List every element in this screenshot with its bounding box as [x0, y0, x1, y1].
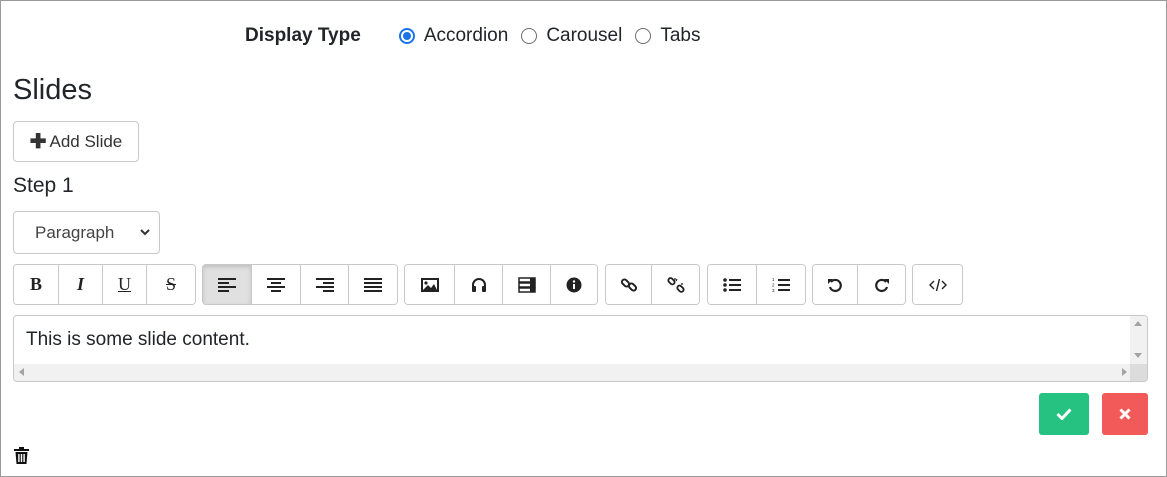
italic-icon: I — [76, 274, 84, 294]
italic-button[interactable]: I — [59, 265, 103, 304]
insert-image-button[interactable] — [405, 265, 455, 304]
undo-icon — [828, 278, 842, 292]
link-group — [605, 264, 700, 305]
horizontal-scrollbar[interactable] — [14, 364, 1132, 381]
list-group: 123 — [707, 264, 806, 305]
align-center-icon — [267, 277, 285, 292]
image-icon — [420, 277, 439, 292]
check-icon — [1056, 408, 1072, 420]
align-justify-button[interactable] — [349, 265, 397, 304]
text-style-group: B I U S — [13, 264, 196, 305]
history-group — [812, 264, 906, 305]
underline-icon: U — [118, 274, 131, 294]
bold-icon: B — [29, 274, 42, 294]
radio-tabs-input[interactable] — [635, 28, 652, 44]
info-icon — [566, 277, 582, 292]
media-group — [404, 264, 598, 305]
chevron-down-icon — [140, 229, 150, 236]
radio-carousel-label: Carousel — [546, 25, 623, 46]
cancel-button[interactable] — [1102, 393, 1148, 435]
format-select[interactable]: Paragraph — [13, 211, 160, 254]
align-center-button[interactable] — [252, 265, 301, 304]
insert-info-button[interactable] — [551, 265, 597, 304]
redo-icon — [874, 278, 889, 292]
radio-accordion[interactable]: Accordion — [398, 25, 509, 47]
radio-carousel[interactable]: Carousel — [521, 25, 622, 47]
page-frame — [0, 0, 1167, 477]
radio-tabs-label: Tabs — [660, 25, 701, 46]
scroll-down-icon[interactable] — [1134, 353, 1142, 358]
scroll-right-icon[interactable] — [1122, 368, 1127, 376]
strikethrough-icon: S — [165, 274, 176, 294]
add-slide-label: Add Slide — [49, 131, 123, 151]
scroll-corner — [1130, 364, 1147, 381]
display-type-row: Display Type Accordion Carousel Tabs — [245, 22, 714, 50]
align-justify-icon — [364, 277, 382, 292]
insert-audio-button[interactable] — [455, 265, 503, 304]
code-group — [912, 264, 963, 305]
align-right-button[interactable] — [301, 265, 349, 304]
alignment-group — [202, 264, 398, 305]
numbered-list-button[interactable]: 123 — [757, 265, 805, 304]
remove-link-button[interactable] — [652, 265, 699, 304]
align-right-icon — [315, 277, 334, 292]
scroll-up-icon[interactable] — [1134, 321, 1142, 326]
close-icon — [1119, 408, 1131, 420]
format-select-value: Paragraph — [35, 222, 115, 242]
strikethrough-button[interactable]: S — [147, 265, 195, 304]
table-icon — [517, 276, 536, 293]
scroll-left-icon[interactable] — [19, 368, 24, 376]
radio-carousel-input[interactable] — [521, 28, 538, 44]
bullet-list-button[interactable] — [708, 265, 757, 304]
step-title: Step 1 — [13, 174, 74, 197]
bullet-list-icon — [723, 277, 741, 292]
svg-text:3: 3 — [772, 288, 775, 293]
editor-text[interactable]: This is some slide content. — [26, 329, 250, 351]
align-left-button[interactable] — [203, 265, 252, 304]
unlink-icon — [666, 276, 685, 293]
radio-accordion-label: Accordion — [423, 25, 509, 46]
align-left-icon — [218, 277, 236, 292]
redo-button[interactable] — [858, 265, 905, 304]
radio-tabs[interactable]: Tabs — [635, 25, 701, 47]
svg-text:1: 1 — [772, 277, 775, 282]
code-view-button[interactable] — [913, 265, 962, 304]
audio-icon — [471, 277, 486, 292]
insert-table-button[interactable] — [503, 265, 551, 304]
slides-heading: Slides — [13, 74, 92, 106]
plus-icon: ✚ — [29, 130, 47, 153]
bold-button[interactable]: B — [14, 265, 59, 304]
slide-content-editor[interactable]: This is some slide content. — [13, 315, 1148, 382]
code-icon — [928, 278, 947, 291]
trash-icon[interactable] — [14, 447, 29, 464]
radio-accordion-input[interactable] — [398, 28, 415, 44]
underline-button[interactable]: U — [103, 265, 147, 304]
numbered-list-icon: 123 — [772, 277, 790, 293]
svg-text:2: 2 — [772, 282, 775, 287]
vertical-scrollbar[interactable] — [1130, 316, 1147, 366]
add-slide-button[interactable]: ✚ Add Slide — [13, 121, 139, 162]
insert-link-button[interactable] — [606, 265, 653, 304]
undo-button[interactable] — [813, 265, 859, 304]
display-type-label: Display Type — [245, 25, 361, 46]
link-icon — [620, 277, 637, 292]
save-button[interactable] — [1039, 393, 1089, 435]
